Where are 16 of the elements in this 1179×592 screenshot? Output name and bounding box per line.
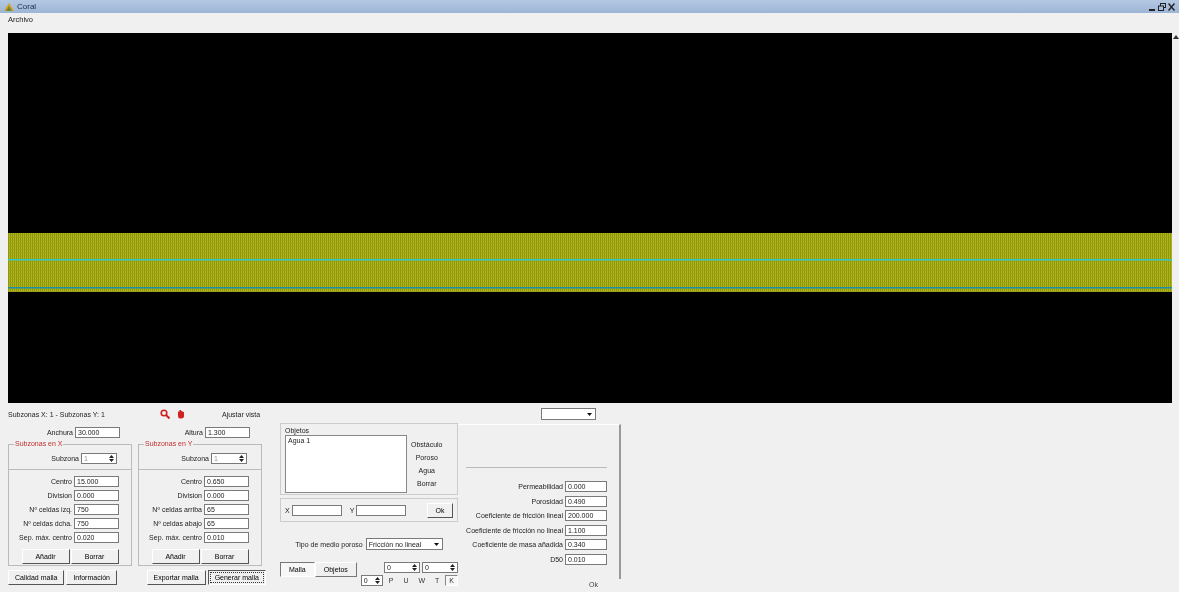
input-field[interactable] (291, 504, 342, 516)
hand-icon[interactable] (176, 409, 186, 419)
spinner-arrows-icon[interactable] (108, 454, 115, 463)
maximize-icon[interactable] (1158, 2, 1166, 11)
input-field[interactable] (356, 504, 407, 516)
spinner-arrows-icon[interactable] (373, 576, 381, 585)
dropdown-arrow-icon[interactable] (431, 540, 441, 548)
spinner-arrows-icon[interactable] (411, 563, 418, 572)
scroll-up-icon[interactable] (1172, 35, 1179, 39)
window-title: Coral (17, 2, 37, 11)
spinner-arrows-icon[interactable] (449, 563, 456, 572)
dropdown[interactable] (541, 407, 596, 420)
zoom-icon[interactable] (160, 409, 170, 419)
spinner-arrows-icon[interactable] (238, 454, 245, 463)
close-icon[interactable] (1168, 2, 1175, 11)
app-icon (4, 2, 14, 11)
